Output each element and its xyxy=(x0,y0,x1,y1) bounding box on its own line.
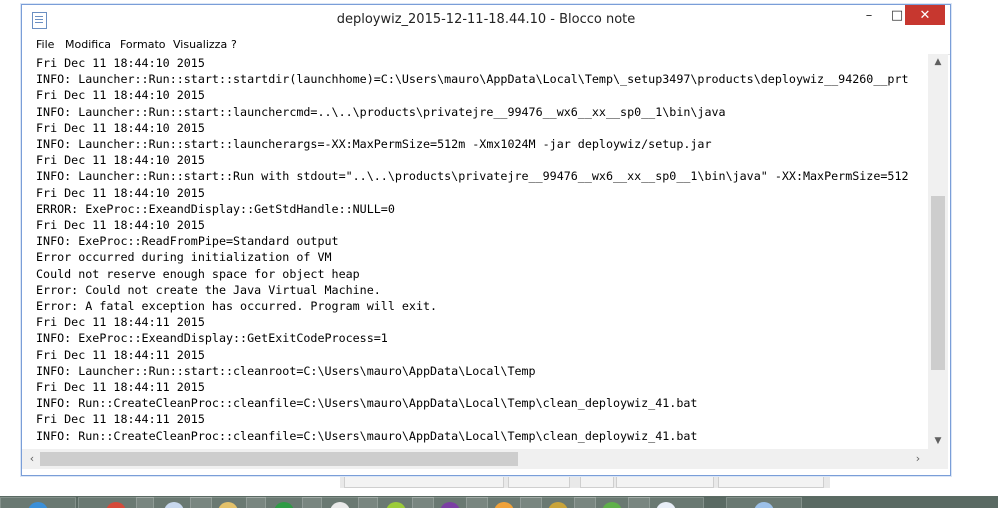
text-line: ERROR: ExeProc::ExeandDisplay::GetStdHan… xyxy=(36,201,395,216)
text-line: Error: Could not create the Java Virtual… xyxy=(36,282,381,297)
scrollbar-corner xyxy=(928,449,948,469)
menu-formato[interactable]: Formato xyxy=(120,38,166,51)
text-line: Error: A fatal exception has occurred. P… xyxy=(36,299,438,314)
text-line: Fri Dec 11 18:44:11 2015 xyxy=(36,315,205,330)
taskbar-notepad-icon[interactable] xyxy=(628,497,704,508)
text-line: Error occurred during initialization of … xyxy=(36,250,332,265)
text-line: Fri Dec 11 18:44:11 2015 xyxy=(36,380,205,395)
menu-file[interactable]: File xyxy=(36,38,54,51)
title-bar[interactable]: deploywiz_2015-12-11-18.44.10 - Blocco n… xyxy=(22,5,950,35)
text-line: INFO: ExeProc::ReadFromPipe=Standard out… xyxy=(36,234,339,249)
menu-visualizza[interactable]: Visualizza xyxy=(173,38,227,51)
scroll-left-arrow-icon[interactable]: ‹ xyxy=(24,449,40,469)
document-text[interactable]: Fri Dec 11 18:44:10 2015 INFO: Launcher:… xyxy=(22,54,928,444)
menu-help[interactable]: ? xyxy=(231,38,237,51)
notepad-window: deploywiz_2015-12-11-18.44.10 - Blocco n… xyxy=(21,4,951,476)
text-line: INFO: Launcher::Run::start::startdir(lau… xyxy=(36,72,909,87)
text-line: Could not reserve enough space for objec… xyxy=(36,266,360,281)
scroll-up-arrow-icon[interactable]: ▲ xyxy=(928,54,948,70)
minimize-button[interactable]: – xyxy=(855,5,883,25)
text-line: INFO: Launcher::Run::start::launchercmd=… xyxy=(36,104,726,119)
text-line: Fri Dec 11 18:44:10 2015 xyxy=(36,185,205,200)
scroll-down-arrow-icon[interactable]: ▼ xyxy=(928,433,948,449)
text-line: INFO: ExeProc::ExeandDisplay::GetExitCod… xyxy=(36,331,388,346)
text-line: INFO: Launcher::Run::start::launcherargs… xyxy=(36,137,712,152)
horizontal-scrollbar[interactable]: ‹ › xyxy=(22,449,928,469)
vertical-scrollbar[interactable]: ▲ ▼ xyxy=(928,54,948,449)
text-line: Fri Dec 11 18:44:10 2015 xyxy=(36,88,205,103)
vertical-scroll-thumb[interactable] xyxy=(931,196,945,370)
text-line: INFO: Run::CreateCleanProc::cleanfile=C:… xyxy=(36,428,698,443)
text-line: Fri Dec 11 18:44:10 2015 xyxy=(36,56,205,70)
menu-modifica[interactable]: Modifica xyxy=(65,38,111,51)
text-editor[interactable]: Fri Dec 11 18:44:10 2015 INFO: Launcher:… xyxy=(22,54,928,449)
text-line: Fri Dec 11 18:44:10 2015 xyxy=(36,120,205,135)
taskbar xyxy=(0,496,998,508)
menu-bar: File Modifica Formato Visualizza ? xyxy=(22,35,950,55)
window-title: deploywiz_2015-12-11-18.44.10 - Blocco n… xyxy=(336,12,636,27)
taskbar-app-icon[interactable] xyxy=(726,497,802,508)
text-line: Fri Dec 11 18:44:10 2015 xyxy=(36,218,205,233)
text-line: Fri Dec 11 18:44:10 2015 xyxy=(36,153,205,168)
text-line: INFO: Run::CreateCleanProc::cleanfile=C:… xyxy=(36,396,698,411)
close-button[interactable]: ✕ xyxy=(905,5,945,25)
text-line: Fri Dec 11 18:44:11 2015 xyxy=(36,347,205,362)
taskbar-ie-icon[interactable] xyxy=(0,497,76,508)
text-line: INFO: Launcher::Run::start::Run with std… xyxy=(36,169,909,184)
scroll-right-arrow-icon[interactable]: › xyxy=(910,449,926,469)
text-line: Fri Dec 11 18:44:11 2015 xyxy=(36,412,205,427)
text-line: INFO: Launcher::Run::start::cleanroot=C:… xyxy=(36,363,536,378)
horizontal-scroll-thumb[interactable] xyxy=(40,452,518,466)
